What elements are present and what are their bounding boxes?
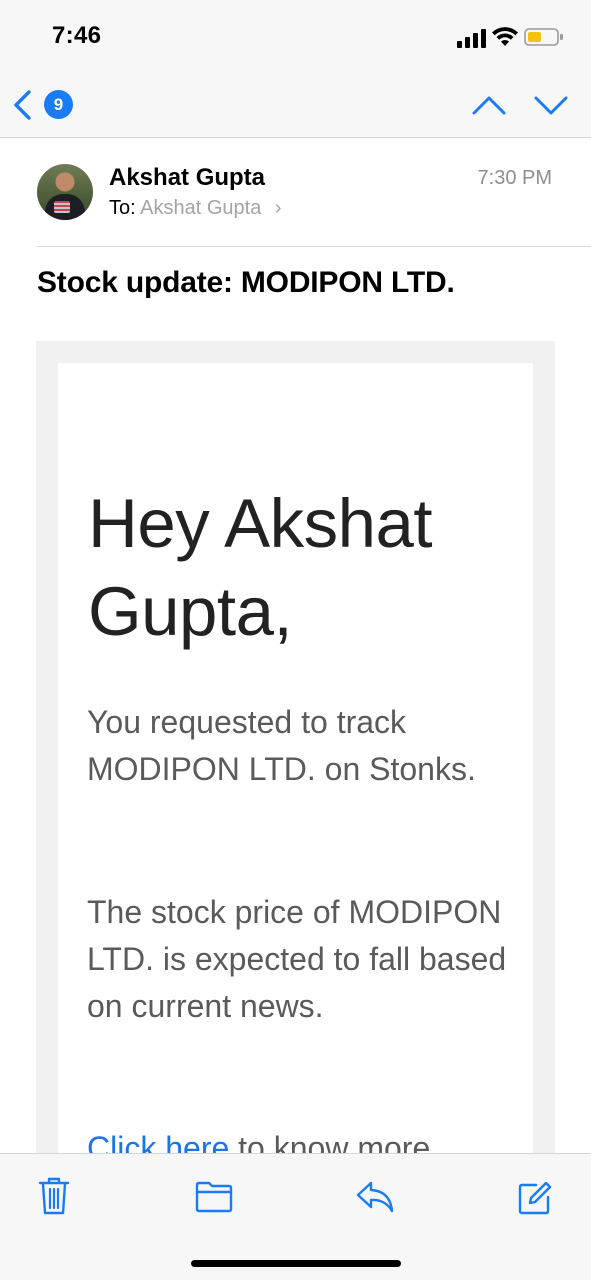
chevron-up-icon[interactable]	[471, 92, 507, 118]
to-label: To:	[109, 197, 136, 219]
email-body-frame: Hey Akshat Gupta, You requested to track…	[36, 341, 555, 1263]
greeting-heading: Hey Akshat Gupta,	[88, 485, 433, 650]
header-divider	[37, 246, 591, 247]
recipient-line[interactable]: To: Akshat Gupta ›	[109, 197, 282, 220]
cellular-signal-icon	[457, 29, 486, 48]
mail-screen: 7:46 9 Akshat Gupta To: Akshat Gupta › 7…	[0, 0, 591, 1280]
avatar[interactable]	[37, 164, 93, 220]
wifi-icon	[492, 27, 518, 46]
status-bar: 7:46	[0, 0, 591, 72]
unread-count-badge[interactable]: 9	[44, 90, 73, 119]
avatar-shirt-print	[54, 201, 70, 213]
battery-icon	[524, 28, 563, 46]
status-time: 7:46	[52, 22, 102, 49]
trash-icon[interactable]	[36, 1176, 72, 1216]
reply-icon[interactable]	[355, 1176, 395, 1216]
compose-icon[interactable]	[516, 1176, 552, 1216]
mail-nav-bar: 9	[0, 72, 591, 138]
home-indicator[interactable]	[191, 1260, 401, 1267]
sent-time: 7:30 PM	[477, 167, 552, 189]
email-subject: Stock update: MODIPON LTD.	[37, 266, 455, 299]
sender-name[interactable]: Akshat Gupta	[109, 164, 265, 192]
recipient-name[interactable]: Akshat Gupta	[140, 197, 261, 219]
chevron-left-icon[interactable]	[12, 89, 34, 121]
body-paragraph-prediction: The stock price of MODIPON LTD. is expec…	[87, 894, 507, 1024]
chevron-right-icon[interactable]: ›	[275, 197, 282, 219]
body-paragraph-tracking: You requested to track MODIPON LTD. on S…	[87, 704, 476, 787]
email-body-card: Hey Akshat Gupta, You requested to track…	[58, 363, 533, 1263]
folder-icon[interactable]	[194, 1176, 234, 1216]
chevron-down-icon[interactable]	[533, 92, 569, 118]
